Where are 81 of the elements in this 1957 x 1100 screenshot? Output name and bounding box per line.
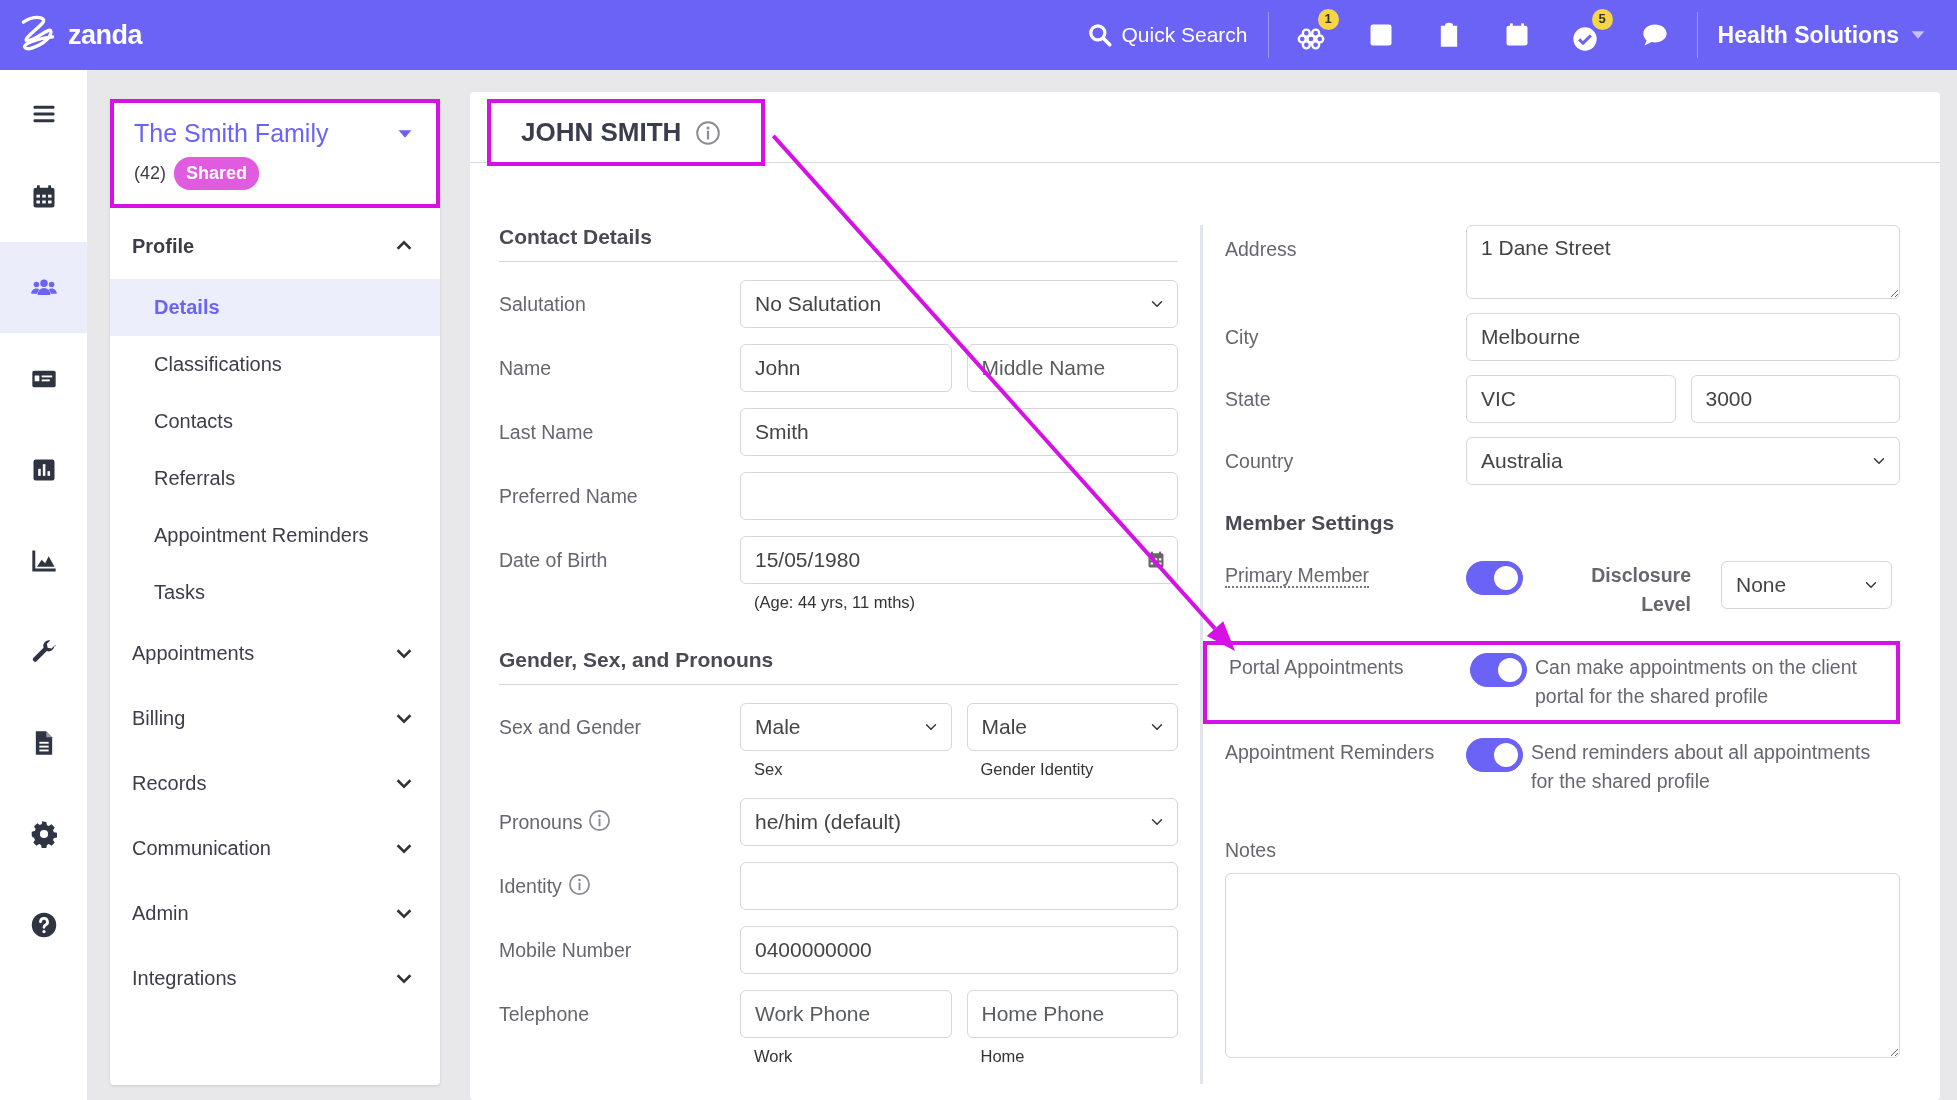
text-field[interactable]: 3000: [1690, 375, 1900, 423]
field-label: Sex and Gender: [499, 715, 641, 738]
setting-label: Portal Appointments: [1229, 656, 1404, 678]
nav-section-button[interactable]: Billing: [110, 685, 440, 751]
help-text: Home: [979, 1045, 1026, 1067]
nav-item[interactable]: Details: [110, 278, 440, 336]
field-label: Preferred Name: [499, 484, 638, 507]
setting-label: Appointment Reminders: [1225, 740, 1435, 763]
toggle-switch[interactable]: [1470, 653, 1527, 687]
dropdown-field[interactable]: Male: [740, 702, 952, 751]
field-label: Name: [499, 356, 552, 379]
setting-description: Send reminders about all appointments for the shared profile: [1531, 739, 1872, 794]
account-menu-button[interactable]: Health Solutions: [1705, 11, 1941, 59]
nav-item[interactable]: Contacts: [110, 392, 440, 450]
help-text: Sex: [753, 758, 784, 780]
family-name-link[interactable]: The Smith Family: [134, 115, 329, 153]
search-icon: [1087, 22, 1114, 48]
text-area-field[interactable]: 1 Dane Street: [1466, 225, 1900, 299]
text-field[interactable]: VIC: [1466, 375, 1676, 423]
field-label: City: [1225, 326, 1259, 348]
dropdown-field[interactable]: None: [1721, 560, 1892, 609]
nav-section-button[interactable]: Profile: [110, 213, 440, 279]
text-field[interactable]: 0400000000: [740, 925, 1178, 974]
date-field[interactable]: 15/05/1980: [740, 535, 1178, 584]
toggle-switch[interactable]: [1466, 737, 1523, 772]
flower-button[interactable]: 1: [1284, 8, 1339, 62]
help-text: Work: [753, 1045, 794, 1067]
field-label: Salutation: [499, 292, 586, 315]
setting-description: Can make appointments on the client portal for the shared profile: [1535, 655, 1858, 710]
section-heading: Contact Details: [499, 221, 1178, 262]
text-field[interactable]: Middle Name: [966, 343, 1178, 392]
text-field[interactable]: Work Phone: [740, 989, 952, 1038]
field-label: Address: [1225, 238, 1297, 260]
nav-item[interactable]: Tasks: [110, 563, 440, 621]
section-heading: Gender, Sex, and Pronouns: [499, 644, 1178, 685]
field-label: State: [1225, 388, 1271, 410]
people-nav-button[interactable]: [0, 242, 87, 333]
text-field[interactable]: John: [740, 343, 952, 392]
field-label: Identity: [499, 874, 562, 897]
field-label: Disclosure Level: [1590, 562, 1691, 617]
setting-label: Primary Member: [1225, 563, 1370, 588]
nav-section-button[interactable]: Records: [110, 750, 440, 816]
check-circle-icon: [1570, 25, 1599, 54]
help-icon: [29, 910, 58, 939]
nav-section-button[interactable]: Admin: [110, 880, 440, 946]
quick-search-button[interactable]: Quick Search: [1075, 13, 1260, 57]
client-name-heading: JOHN SMITH: [487, 99, 766, 166]
check-circle-button[interactable]: 5: [1558, 8, 1613, 62]
nav-section-button[interactable]: Integrations: [110, 945, 440, 1011]
info-icon: [695, 119, 722, 146]
nav-item[interactable]: Appointment Reminders: [110, 506, 440, 564]
nav-section-button[interactable]: Appointments: [110, 620, 440, 686]
section-heading: Member Settings: [1225, 511, 1395, 534]
logo-text: zanda: [68, 18, 143, 52]
dropdown-field[interactable]: Male: [966, 702, 1178, 751]
field-label: Date of Birth: [499, 548, 608, 571]
help-text: Gender Identity: [979, 758, 1095, 780]
member-count: (42): [134, 161, 166, 185]
dropdown-field[interactable]: Australia: [1466, 437, 1900, 485]
text-field[interactable]: [740, 861, 1178, 910]
notification-badge: 1: [1317, 8, 1339, 30]
notification-badge: 5: [1591, 8, 1613, 30]
shared-badge: Shared: [174, 156, 260, 190]
text-field[interactable]: Home Phone: [966, 989, 1178, 1038]
dropdown-field[interactable]: No Salutation: [740, 279, 1178, 328]
settings-icon: [29, 819, 58, 848]
field-label: Country: [1225, 450, 1294, 472]
text-field[interactable]: [740, 471, 1178, 520]
field-label: Telephone: [499, 1002, 589, 1025]
text-field[interactable]: Smith: [740, 407, 1178, 456]
field-label: Mobile Number: [499, 938, 632, 961]
field-label: Pronouns: [499, 810, 583, 833]
text-field[interactable]: Melbourne: [1466, 313, 1900, 361]
nav-section-button[interactable]: Communication: [110, 815, 440, 881]
help-text: (Age: 44 yrs, 11 mths): [753, 591, 917, 613]
field-label: Notes: [1225, 838, 1277, 863]
dropdown-field[interactable]: he/him (default): [740, 797, 1178, 846]
nav-item[interactable]: Referrals: [110, 449, 440, 507]
field-label: Last Name: [499, 420, 594, 443]
nav-item[interactable]: Classifications: [110, 335, 440, 393]
toggle-switch[interactable]: [1466, 560, 1523, 595]
